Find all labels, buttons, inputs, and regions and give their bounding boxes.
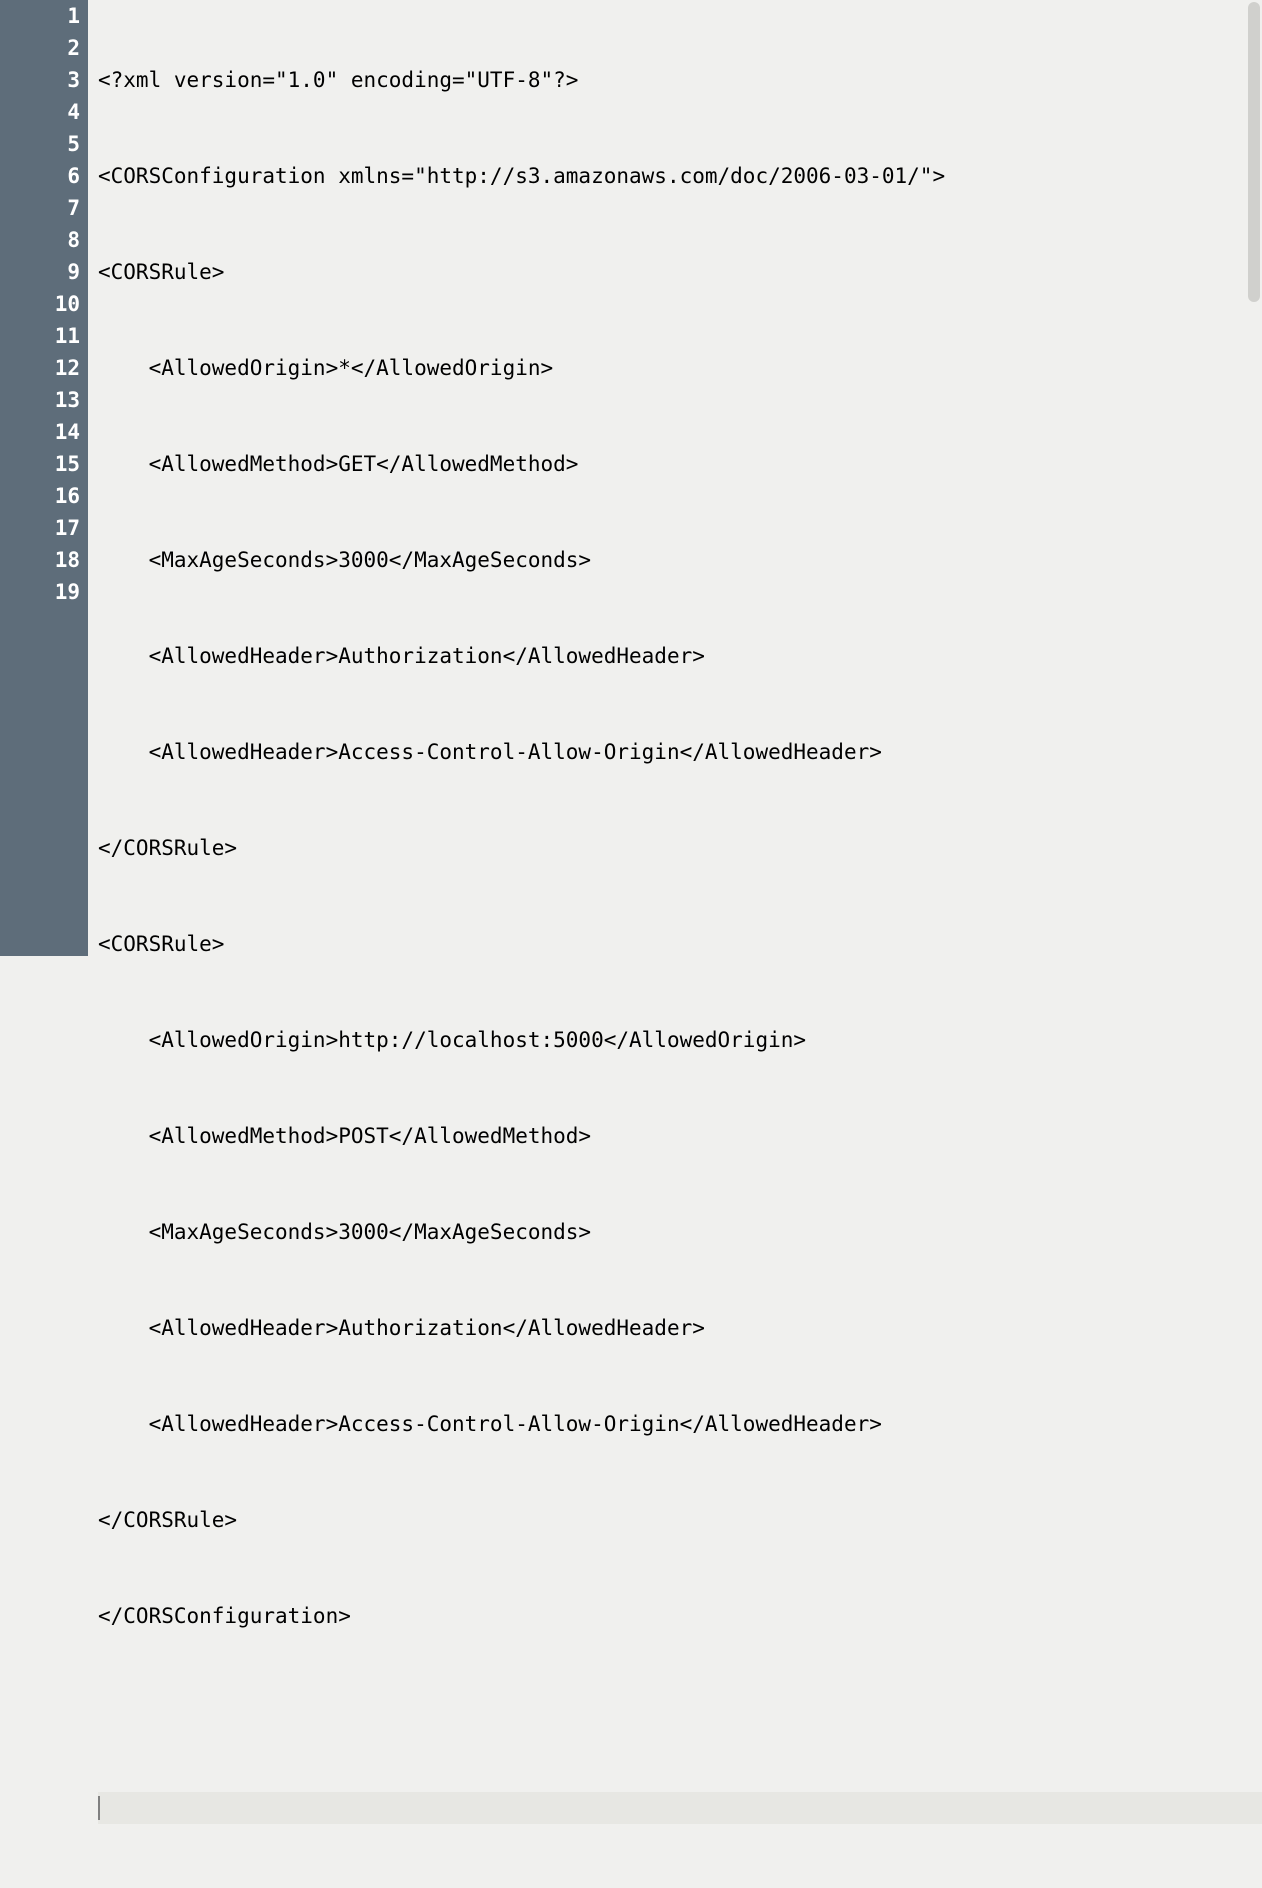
line-number: 9: [0, 256, 80, 288]
line-number: 13: [0, 384, 80, 416]
line-number: 16: [0, 480, 80, 512]
code-line[interactable]: <CORSConfiguration xmlns="http://s3.amaz…: [98, 160, 1262, 192]
line-number: 8: [0, 224, 80, 256]
line-number: 3: [0, 64, 80, 96]
line-number: 19: [0, 576, 80, 608]
line-number: 14: [0, 416, 80, 448]
code-line[interactable]: <AllowedHeader>Authorization</AllowedHea…: [98, 640, 1262, 672]
line-number: 4: [0, 96, 80, 128]
code-line[interactable]: </CORSRule>: [98, 832, 1262, 864]
line-number: 12: [0, 352, 80, 384]
line-number-gutter: 1 2 3 4 5 6 7 8 9 10 11 12 13 14 15 16 1…: [0, 0, 88, 956]
text-cursor: [98, 1796, 100, 1820]
line-number: 10: [0, 288, 80, 320]
line-number: 6: [0, 160, 80, 192]
line-number: 17: [0, 512, 80, 544]
code-line[interactable]: <AllowedMethod>GET</AllowedMethod>: [98, 448, 1262, 480]
vertical-scrollbar[interactable]: [1246, 0, 1262, 956]
code-line[interactable]: <AllowedHeader>Access-Control-Allow-Orig…: [98, 736, 1262, 768]
scrollbar-thumb[interactable]: [1248, 2, 1260, 302]
line-number: 15: [0, 448, 80, 480]
line-number: 1: [0, 0, 80, 32]
code-line[interactable]: [98, 1696, 1262, 1728]
line-number: 5: [0, 128, 80, 160]
code-line[interactable]: <AllowedHeader>Access-Control-Allow-Orig…: [98, 1408, 1262, 1440]
code-line[interactable]: <MaxAgeSeconds>3000</MaxAgeSeconds>: [98, 544, 1262, 576]
code-line[interactable]: </CORSConfiguration>: [98, 1600, 1262, 1632]
code-line[interactable]: <MaxAgeSeconds>3000</MaxAgeSeconds>: [98, 1216, 1262, 1248]
code-line[interactable]: <AllowedMethod>POST</AllowedMethod>: [98, 1120, 1262, 1152]
line-number: 2: [0, 32, 80, 64]
code-line-current[interactable]: [98, 1792, 1262, 1824]
line-number: 7: [0, 192, 80, 224]
code-line[interactable]: </CORSRule>: [98, 1504, 1262, 1536]
code-line[interactable]: <?xml version="1.0" encoding="UTF-8"?>: [98, 64, 1262, 96]
code-line[interactable]: <CORSRule>: [98, 256, 1262, 288]
line-number: 18: [0, 544, 80, 576]
line-number: 11: [0, 320, 80, 352]
code-editor[interactable]: 1 2 3 4 5 6 7 8 9 10 11 12 13 14 15 16 1…: [0, 0, 1262, 956]
code-area[interactable]: <?xml version="1.0" encoding="UTF-8"?> <…: [88, 0, 1262, 956]
code-line[interactable]: <AllowedOrigin>http://localhost:5000</Al…: [98, 1024, 1262, 1056]
code-line[interactable]: <CORSRule>: [98, 928, 1262, 960]
code-line[interactable]: <AllowedHeader>Authorization</AllowedHea…: [98, 1312, 1262, 1344]
code-line[interactable]: <AllowedOrigin>*</AllowedOrigin>: [98, 352, 1262, 384]
